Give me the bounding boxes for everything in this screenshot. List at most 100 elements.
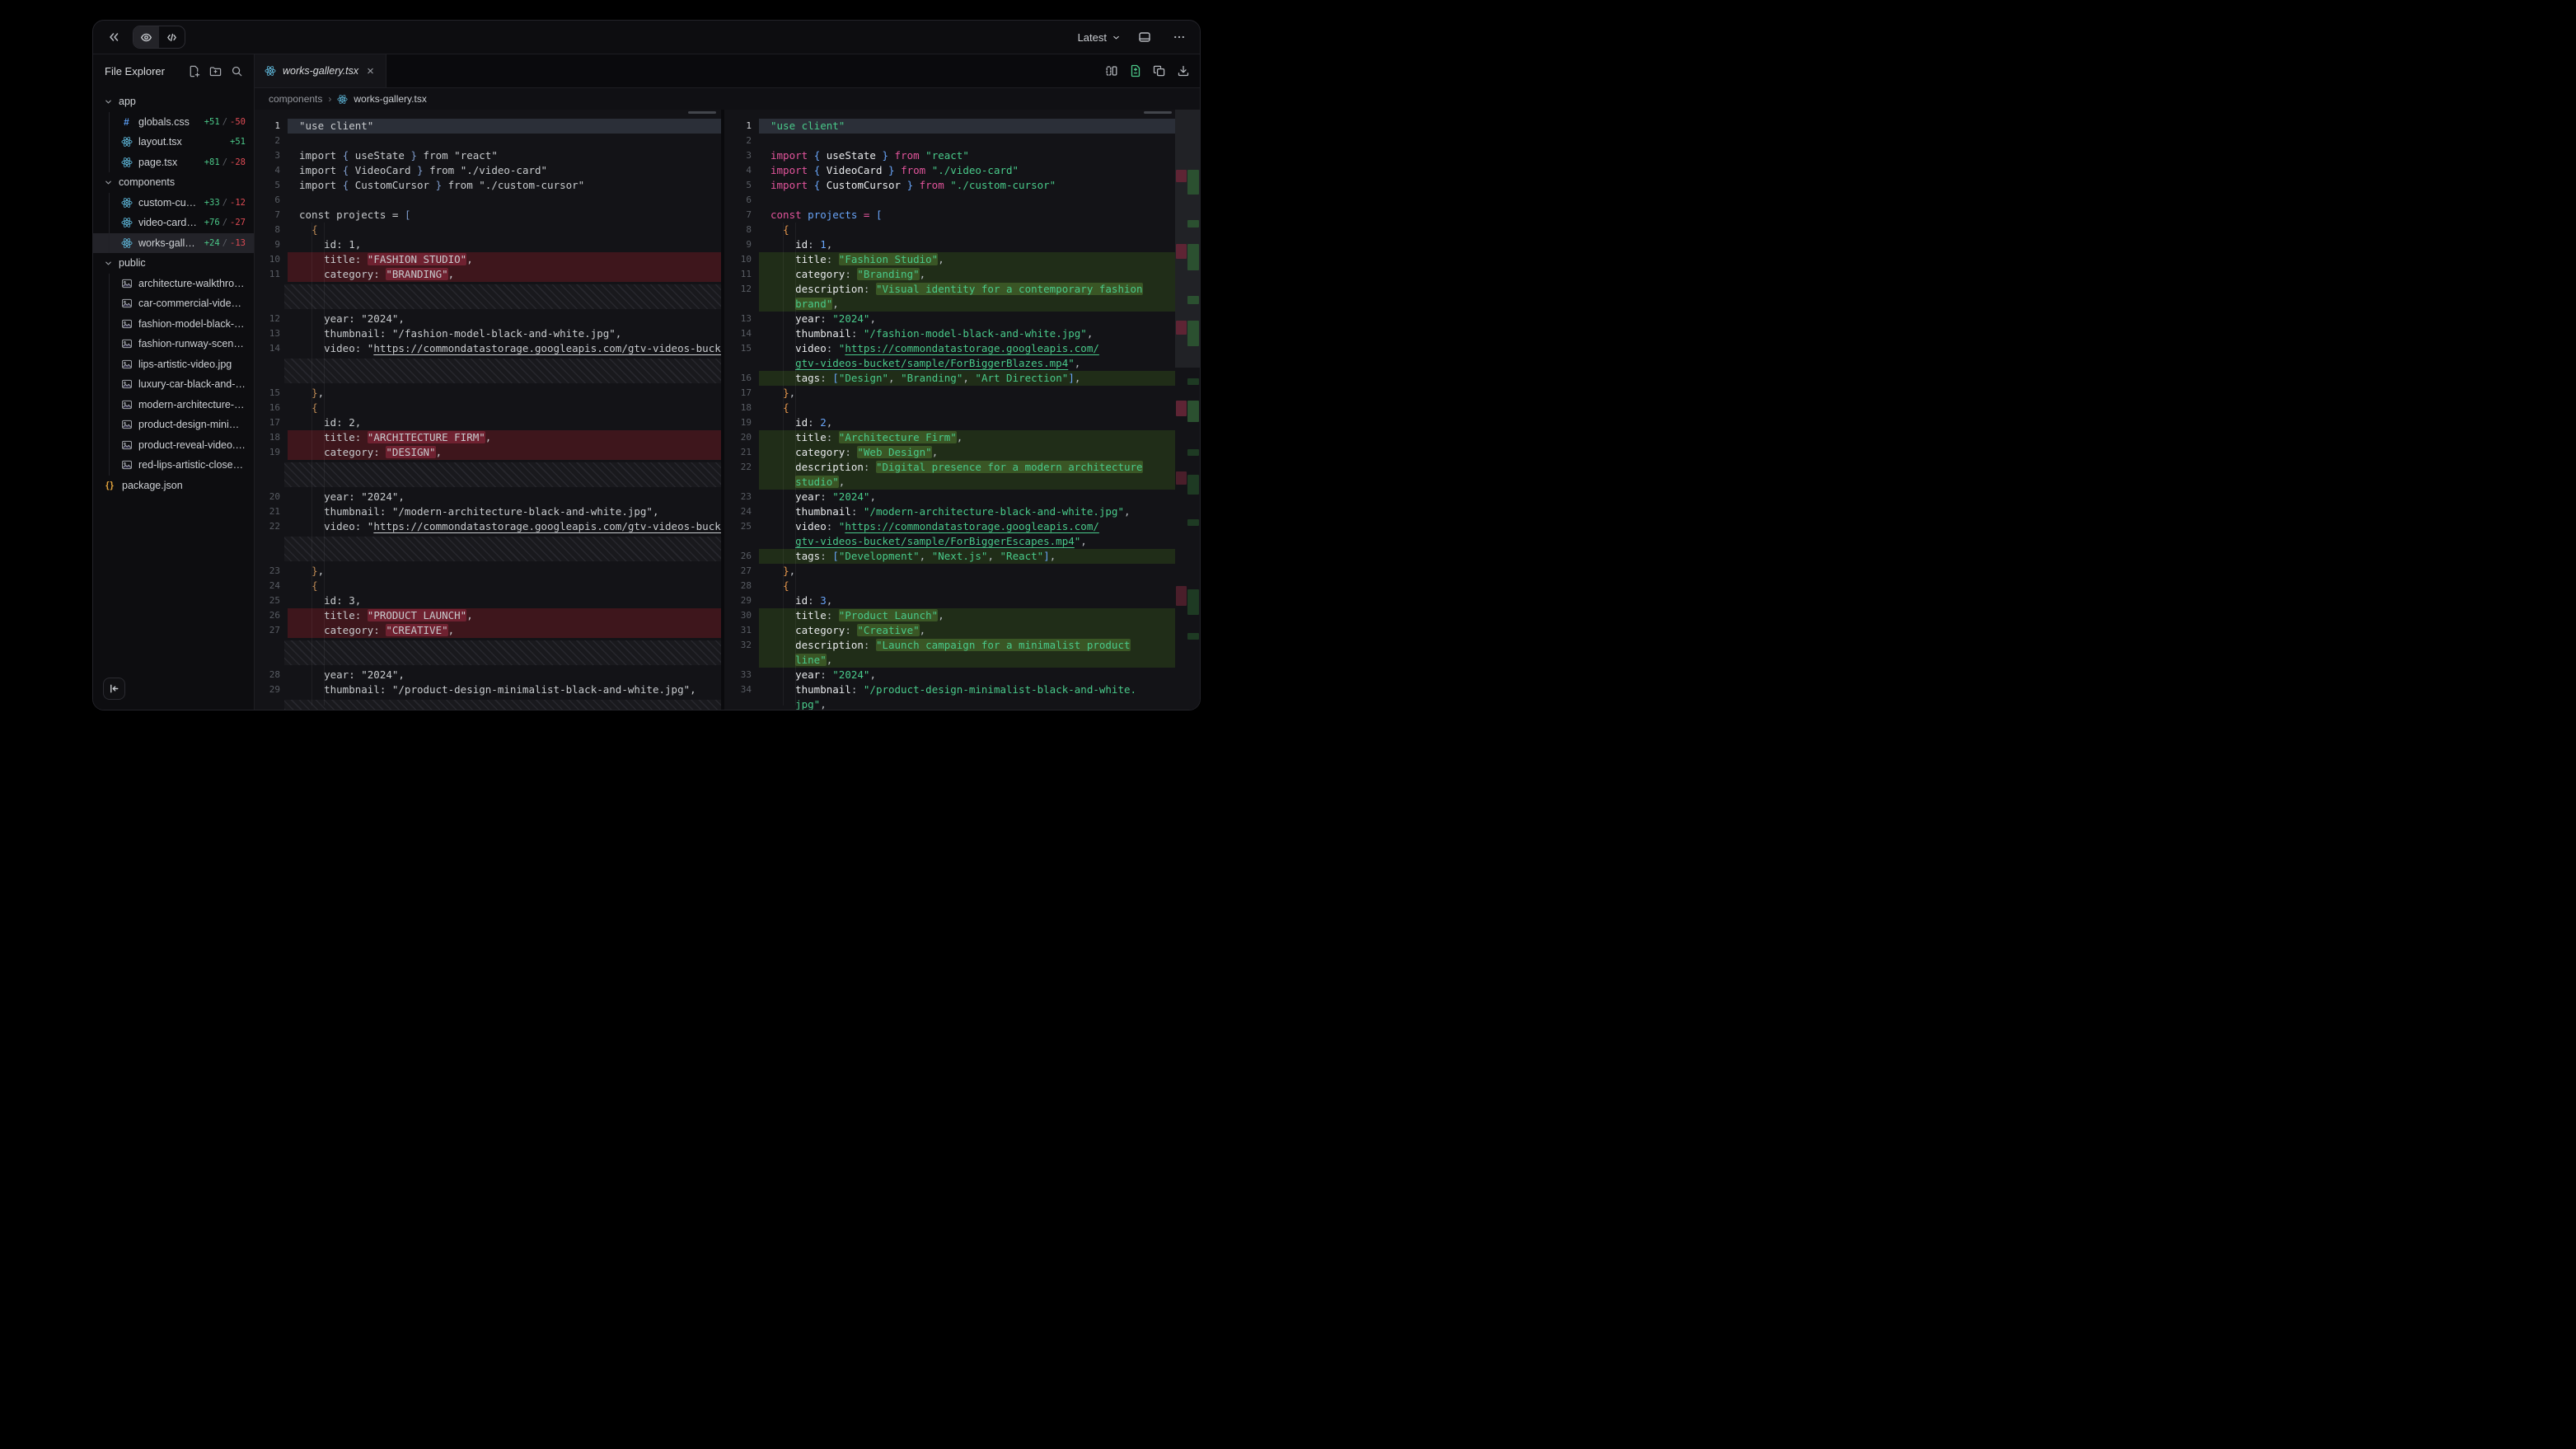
tab-works-gallery[interactable]: works-gallery.tsx × bbox=[255, 54, 386, 87]
file-fashion-model-black[interactable]: fashion-model-black-… bbox=[93, 314, 254, 335]
collapse-panel-button[interactable] bbox=[103, 26, 124, 48]
file-lips-artistic-video-jpg[interactable]: lips-artistic-video.jpg bbox=[93, 354, 254, 375]
code-line-new-27[interactable]: 27 }, bbox=[724, 564, 1175, 579]
code-line-new-wrap[interactable]: gtv-videos-bucket/sample/ForBiggerBlazes… bbox=[724, 356, 1175, 371]
code-toggle-button[interactable] bbox=[159, 26, 185, 48]
code-line-new-8[interactable]: 8 { bbox=[724, 223, 1175, 237]
code-line-new-18[interactable]: 18 { bbox=[724, 401, 1175, 415]
code-line-old-25[interactable]: 25 id: 3, bbox=[255, 593, 721, 608]
code-line-new-7[interactable]: 7const projects = [ bbox=[724, 208, 1175, 223]
code-line-new-23[interactable]: 23 year: "2024", bbox=[724, 490, 1175, 504]
code-line-new-15[interactable]: 15 video: "https://commondatastorage.goo… bbox=[724, 341, 1175, 356]
folder-public[interactable]: public bbox=[93, 253, 254, 274]
new-folder-button[interactable] bbox=[209, 65, 222, 77]
code-line-new-19[interactable]: 19 id: 2, bbox=[724, 415, 1175, 430]
copy-icon[interactable] bbox=[1153, 64, 1166, 77]
code-line-new-13[interactable]: 13 year: "2024", bbox=[724, 312, 1175, 326]
code-line-old-4[interactable]: 4import { VideoCard } from "./video-card… bbox=[255, 163, 721, 178]
code-line-new-10[interactable]: 10 title: "Fashion Studio", bbox=[724, 252, 1175, 267]
preview-toggle-button[interactable] bbox=[133, 26, 159, 48]
code-line-old-7[interactable]: 7const projects = [ bbox=[255, 208, 721, 223]
code-line-old-14[interactable]: 14 video: "https://commondatastorage.goo… bbox=[255, 341, 721, 356]
code-line-new-9[interactable]: 9 id: 1, bbox=[724, 237, 1175, 252]
code-line-new-wrap[interactable]: gtv-videos-bucket/sample/ForBiggerEscape… bbox=[724, 534, 1175, 549]
file-architecture-walkthro[interactable]: architecture-walkthro… bbox=[93, 274, 254, 294]
file-page-tsx[interactable]: page.tsx+81/-28 bbox=[93, 152, 254, 173]
diff-overview-ruler[interactable] bbox=[1175, 110, 1200, 710]
code-line-new-wrap[interactable]: line", bbox=[724, 653, 1175, 668]
split-view-icon[interactable] bbox=[1105, 64, 1118, 77]
code-line-old-18[interactable]: 18 title: "ARCHITECTURE FIRM", bbox=[255, 430, 721, 445]
code-line-old-8[interactable]: 8 { bbox=[255, 223, 721, 237]
code-line-new-4[interactable]: 4import { VideoCard } from "./video-card… bbox=[724, 163, 1175, 178]
code-line-new-17[interactable]: 17 }, bbox=[724, 386, 1175, 401]
diff-pane-new[interactable]: 1"use client"23import { useState } from … bbox=[724, 110, 1200, 710]
code-line-old-21[interactable]: 21 thumbnail: "/modern-architecture-blac… bbox=[255, 504, 721, 519]
code-line-old-11[interactable]: 11 category: "BRANDING", bbox=[255, 267, 721, 282]
new-file-button[interactable] bbox=[188, 65, 200, 77]
code-line-new-12[interactable]: 12 description: "Visual identity for a c… bbox=[724, 282, 1175, 297]
code-line-new-32[interactable]: 32 description: "Launch campaign for a m… bbox=[724, 638, 1175, 653]
code-line-new-22[interactable]: 22 description: "Digital presence for a … bbox=[724, 460, 1175, 475]
panel-layout-button[interactable] bbox=[1134, 26, 1155, 48]
code-line-old-13[interactable]: 13 thumbnail: "/fashion-model-black-and-… bbox=[255, 326, 721, 341]
file-custom-curs[interactable]: custom-curs…+33/-12 bbox=[93, 193, 254, 213]
collapse-sidebar-button[interactable] bbox=[103, 678, 125, 700]
file-car-commercial-video[interactable]: car-commercial-video… bbox=[93, 293, 254, 314]
code-line-new-31[interactable]: 31 category: "Creative", bbox=[724, 623, 1175, 638]
file-layout-tsx[interactable]: layout.tsx+51 bbox=[93, 132, 254, 152]
code-line-new-21[interactable]: 21 category: "Web Design", bbox=[724, 445, 1175, 460]
folder-components[interactable]: components bbox=[93, 172, 254, 193]
horizontal-scrollbar[interactable] bbox=[1144, 111, 1172, 114]
code-line-old-19[interactable]: 19 category: "DESIGN", bbox=[255, 445, 721, 460]
more-menu-button[interactable] bbox=[1169, 26, 1190, 48]
file-works-galler[interactable]: works-galler…+24/-13 bbox=[93, 233, 254, 254]
code-line-old-6[interactable]: 6 bbox=[255, 193, 721, 208]
code-line-old-29[interactable]: 29 thumbnail: "/product-design-minimalis… bbox=[255, 682, 721, 697]
code-line-new-5[interactable]: 5import { CustomCursor } from "./custom-… bbox=[724, 178, 1175, 193]
code-line-old-17[interactable]: 17 id: 2, bbox=[255, 415, 721, 430]
search-icon[interactable] bbox=[231, 65, 243, 77]
code-line-new-1[interactable]: 1"use client" bbox=[724, 119, 1175, 134]
code-line-new-2[interactable]: 2 bbox=[724, 134, 1175, 148]
code-line-new-25[interactable]: 25 video: "https://commondatastorage.goo… bbox=[724, 519, 1175, 534]
diff-view-icon[interactable] bbox=[1129, 64, 1142, 77]
file-globals-css[interactable]: #globals.css+51/-50 bbox=[93, 112, 254, 133]
code-line-new-6[interactable]: 6 bbox=[724, 193, 1175, 208]
code-line-old-16[interactable]: 16 { bbox=[255, 401, 721, 415]
code-line-old-15[interactable]: 15 }, bbox=[255, 386, 721, 401]
file-modern-architecture[interactable]: modern-architecture-… bbox=[93, 395, 254, 415]
code-line-new-wrap[interactable]: brand", bbox=[724, 297, 1175, 312]
code-line-old-1[interactable]: 1"use client" bbox=[255, 119, 721, 134]
file-fashion-runway-scen[interactable]: fashion-runway-scen… bbox=[93, 334, 254, 354]
code-line-old-2[interactable]: 2 bbox=[255, 134, 721, 148]
code-line-new-wrap[interactable]: jpg", bbox=[724, 697, 1175, 710]
code-line-new-wrap[interactable]: studio", bbox=[724, 475, 1175, 490]
code-line-old-3[interactable]: 3import { useState } from "react" bbox=[255, 148, 721, 163]
code-line-new-34[interactable]: 34 thumbnail: "/product-design-minimalis… bbox=[724, 682, 1175, 697]
code-line-new-33[interactable]: 33 year: "2024", bbox=[724, 668, 1175, 682]
code-line-new-30[interactable]: 30 title: "Product Launch", bbox=[724, 608, 1175, 623]
code-line-new-14[interactable]: 14 thumbnail: "/fashion-model-black-and-… bbox=[724, 326, 1175, 341]
code-line-new-28[interactable]: 28 { bbox=[724, 579, 1175, 593]
horizontal-scrollbar[interactable] bbox=[688, 111, 716, 114]
code-line-new-24[interactable]: 24 thumbnail: "/modern-architecture-blac… bbox=[724, 504, 1175, 519]
code-line-old-24[interactable]: 24 { bbox=[255, 579, 721, 593]
file-red-lips-artistic-close[interactable]: red-lips-artistic-close… bbox=[93, 455, 254, 476]
code-line-new-26[interactable]: 26 tags: ["Development", "Next.js", "Rea… bbox=[724, 549, 1175, 564]
file-product-reveal-video-j[interactable]: product-reveal-video.j… bbox=[93, 435, 254, 456]
version-dropdown[interactable]: Latest bbox=[1078, 31, 1121, 44]
tab-close-icon[interactable]: × bbox=[365, 63, 376, 79]
code-line-old-12[interactable]: 12 year: "2024", bbox=[255, 312, 721, 326]
file-package-json[interactable]: {}package.json bbox=[93, 476, 254, 496]
code-line-old-22[interactable]: 22 video: "https://commondatastorage.goo… bbox=[255, 519, 721, 534]
code-line-new-20[interactable]: 20 title: "Architecture Firm", bbox=[724, 430, 1175, 445]
code-line-old-5[interactable]: 5import { CustomCursor } from "./custom-… bbox=[255, 178, 721, 193]
diff-pane-old[interactable]: 1"use client"23import { useState } from … bbox=[255, 110, 721, 710]
code-line-old-10[interactable]: 10 title: "FASHION STUDIO", bbox=[255, 252, 721, 267]
code-line-new-29[interactable]: 29 id: 3, bbox=[724, 593, 1175, 608]
breadcrumb-folder[interactable]: components bbox=[269, 93, 322, 105]
download-icon[interactable] bbox=[1177, 64, 1190, 77]
folder-app[interactable]: app bbox=[93, 91, 254, 112]
file-product-design-minim[interactable]: product-design-minim… bbox=[93, 415, 254, 435]
